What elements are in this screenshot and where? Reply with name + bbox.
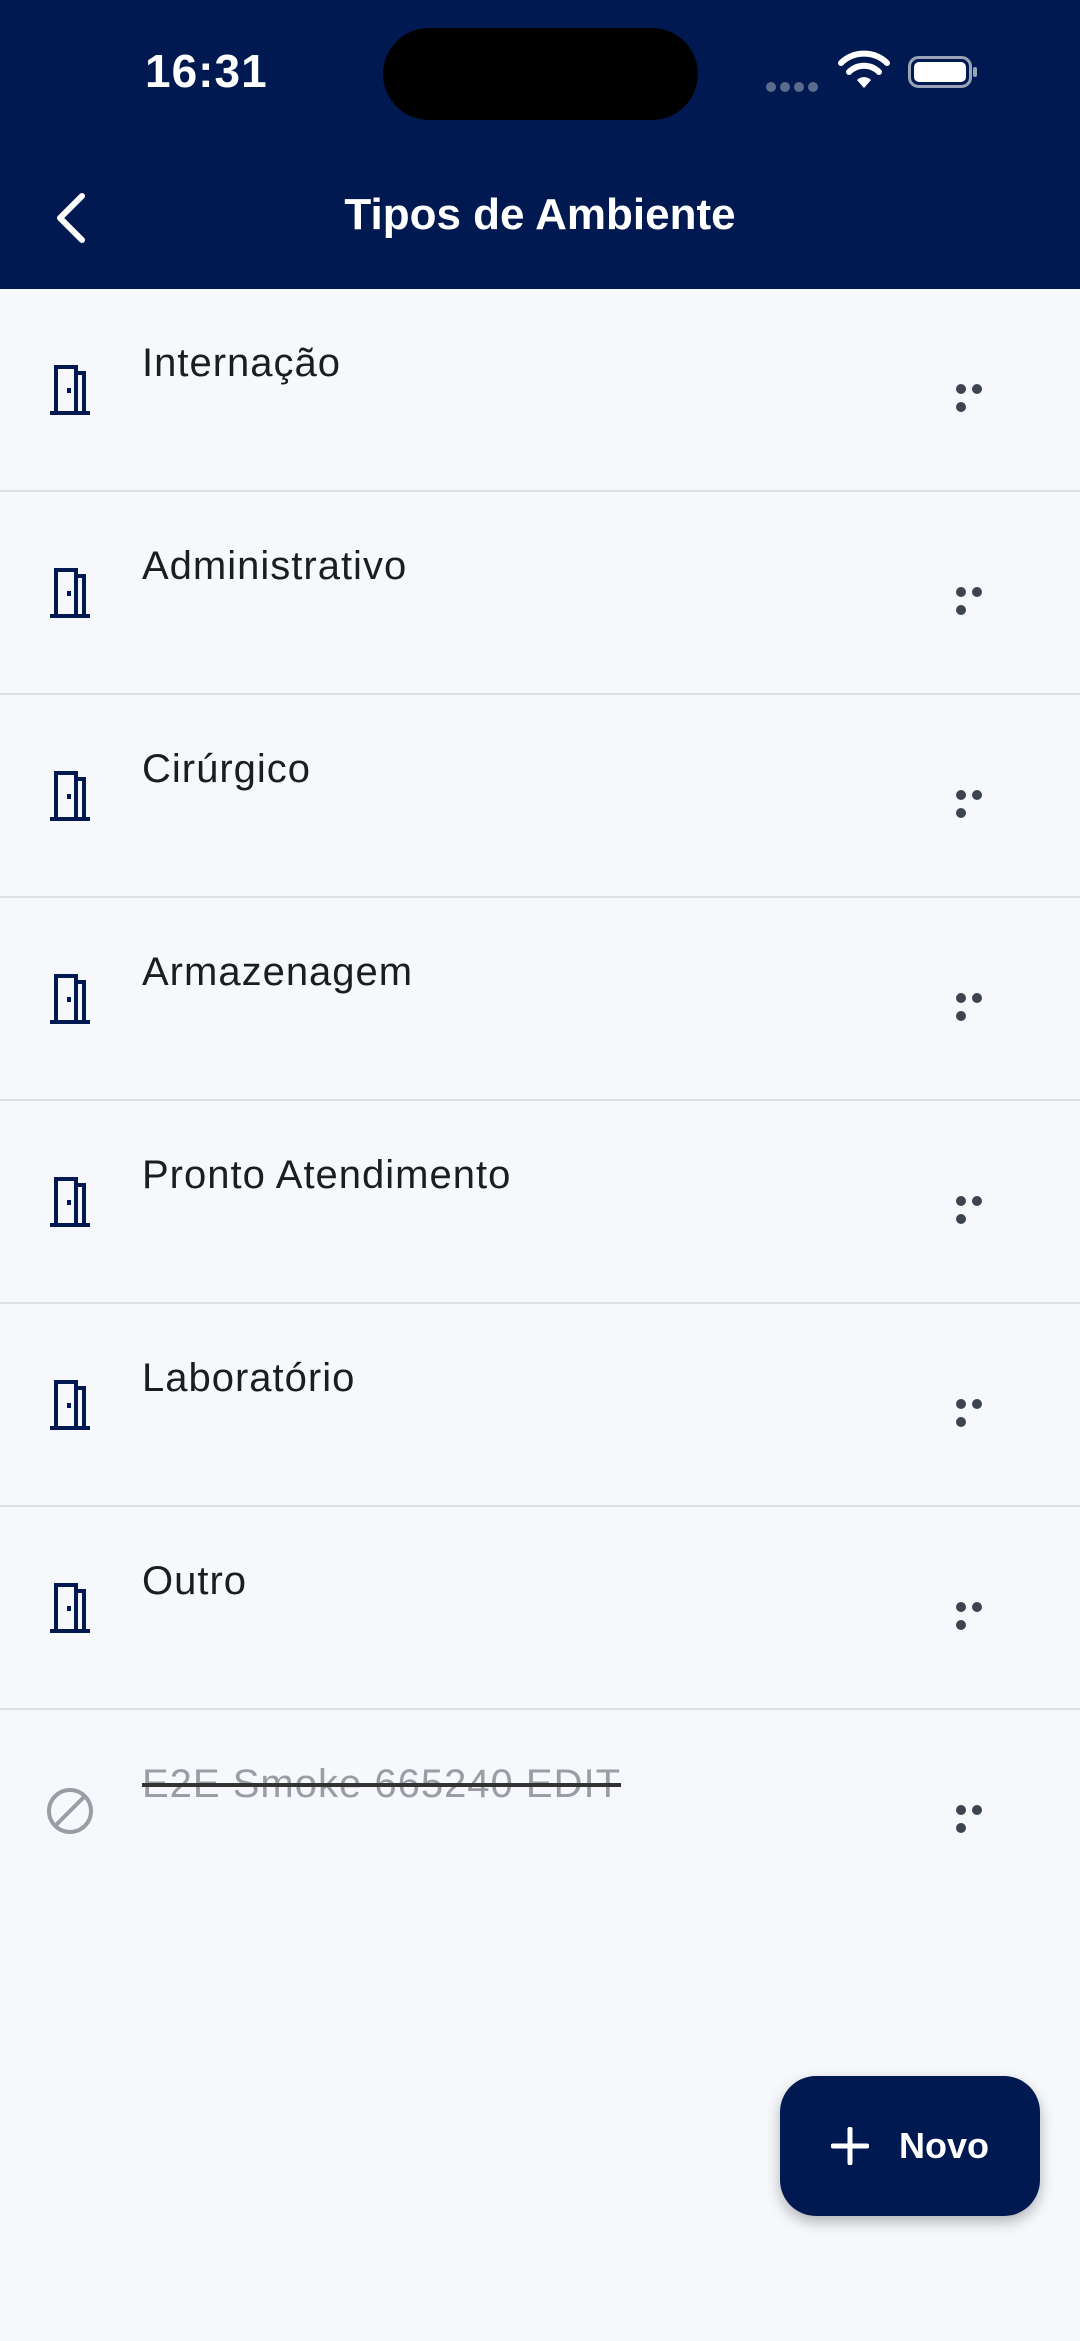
item-label: Pronto Atendimento xyxy=(142,1153,512,1197)
app-header: 16:31 Tipos de Ambiente xyxy=(0,0,1080,289)
list-item[interactable]: Administrativo xyxy=(0,492,1080,695)
list-item[interactable]: Armazenagem xyxy=(0,898,1080,1101)
more-options-icon[interactable] xyxy=(956,1396,1002,1427)
door-icon xyxy=(50,1380,90,1430)
more-options-icon[interactable] xyxy=(956,381,1002,412)
more-options-icon[interactable] xyxy=(956,1193,1002,1224)
cellular-signal-icon xyxy=(766,79,824,92)
door-icon xyxy=(50,974,90,1024)
battery-icon xyxy=(908,56,977,88)
list-item[interactable]: Cirúrgico xyxy=(0,695,1080,898)
list-item[interactable]: Pronto Atendimento xyxy=(0,1101,1080,1304)
item-label: Outro xyxy=(142,1559,248,1603)
door-icon xyxy=(50,365,90,415)
plus-icon xyxy=(831,2127,869,2165)
item-label: Administrativo xyxy=(142,544,408,588)
status-time: 16:31 xyxy=(145,45,268,97)
disabled-circle-icon xyxy=(47,1788,93,1834)
more-options-icon[interactable] xyxy=(956,584,1002,615)
item-label: Armazenagem xyxy=(142,950,414,994)
item-label: E2E Smoke 665240 EDIT xyxy=(142,1762,622,1806)
new-item-button[interactable]: Novo xyxy=(780,2076,1040,2216)
page-title: Tipos de Ambiente xyxy=(344,190,736,239)
more-options-icon[interactable] xyxy=(956,787,1002,818)
new-item-label: Novo xyxy=(899,2125,989,2166)
item-label: Internação xyxy=(142,341,342,385)
door-icon xyxy=(50,1583,90,1633)
list-item[interactable]: Laboratório xyxy=(0,1304,1080,1507)
item-label: Laboratório xyxy=(142,1356,356,1400)
wifi-icon xyxy=(838,50,890,88)
camera-notch xyxy=(383,28,698,120)
item-label: Cirúrgico xyxy=(142,747,312,791)
list-item[interactable]: Outro xyxy=(0,1507,1080,1710)
more-options-icon[interactable] xyxy=(956,1802,1002,1833)
door-icon xyxy=(50,568,90,618)
list-item[interactable]: E2E Smoke 665240 EDIT xyxy=(0,1710,1080,1913)
list-item[interactable]: Internação xyxy=(0,289,1080,492)
more-options-icon[interactable] xyxy=(956,1599,1002,1630)
more-options-icon[interactable] xyxy=(956,990,1002,1021)
environment-type-list: Internação Administrativo Cirúrgico Arma… xyxy=(0,289,1080,1913)
door-icon xyxy=(50,771,90,821)
door-icon xyxy=(50,1177,90,1227)
